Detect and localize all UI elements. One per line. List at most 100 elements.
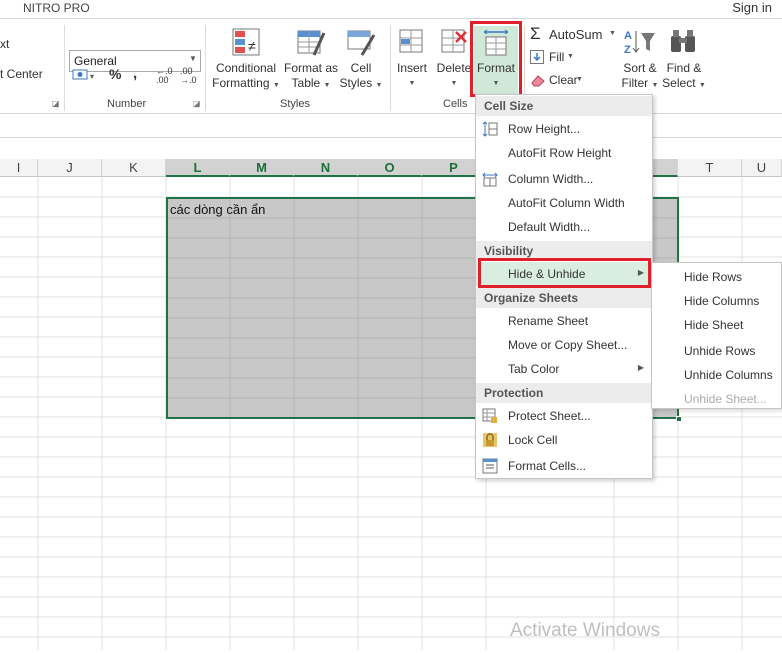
section-protection: Protection — [476, 383, 652, 403]
column-header-n[interactable]: N — [294, 159, 358, 177]
column-header-j[interactable]: J — [38, 159, 102, 177]
chevron-down-icon: ▼ — [651, 82, 659, 89]
styles-group-label: Styles — [280, 98, 310, 110]
chevron-down-icon: ▼ — [408, 80, 416, 87]
submenu-item-hide-columns[interactable]: Hide Columns — [652, 289, 782, 313]
number-group-label: Number — [107, 98, 147, 110]
format-button-highlight — [470, 21, 522, 97]
sort-filter-button[interactable]: Sort & Filter ▼ — [618, 61, 662, 93]
section-cell-size: Cell Size — [476, 96, 652, 116]
find-select-button[interactable]: Find & Select ▼ — [662, 61, 706, 93]
cell-styles-button[interactable]: Cell Styles ▼ — [338, 61, 384, 93]
column-header-t[interactable]: T — [678, 159, 742, 177]
hide-unhide-highlight — [478, 258, 651, 288]
chevron-down-icon: ▼ — [272, 82, 280, 89]
submenu-item-hide-rows[interactable]: Hide Rows — [652, 265, 782, 289]
divider — [64, 25, 65, 111]
sort-filter-label-2: Filter — [621, 76, 649, 90]
conditional-formatting-label-2: Formatting — [212, 76, 270, 90]
insert-button[interactable]: Insert ▼ — [393, 61, 431, 91]
chevron-down-icon: ▼ — [375, 82, 383, 89]
sigma-icon: Σ — [530, 24, 541, 43]
menu-item-move-copy-sheet[interactable]: Move or Copy Sheet... — [476, 333, 652, 357]
menu-item-autofit-row-height[interactable]: AutoFit Row Height — [476, 141, 652, 165]
row-height-icon — [482, 121, 498, 137]
fill-handle[interactable] — [676, 416, 682, 422]
svg-text:≠: ≠ — [248, 38, 256, 54]
divider — [205, 25, 206, 111]
insert-label: Insert — [396, 61, 427, 75]
menu-item-column-width[interactable]: Column Width... — [476, 167, 652, 191]
column-width-icon — [482, 172, 498, 187]
format-as-table-label-1: Format as — [283, 61, 338, 75]
divider — [390, 25, 391, 111]
fill-label: Fill — [549, 50, 565, 64]
comma-style-button[interactable]: , — [133, 65, 137, 82]
column-header-i[interactable]: I — [0, 159, 38, 177]
row-height-label: Row Height... — [508, 122, 581, 136]
column-header-m[interactable]: M — [230, 159, 294, 177]
find-select-label-1: Find & — [666, 61, 702, 75]
number-dialog-launcher-icon[interactable]: ◪ — [193, 99, 201, 108]
menu-item-rename-sheet[interactable]: Rename Sheet — [476, 309, 652, 333]
tab-nitro-pro[interactable]: NITRO PRO — [23, 1, 90, 15]
formula-bar[interactable] — [0, 114, 782, 138]
increase-decimal-button[interactable]: ←.0 .00 — [156, 67, 176, 85]
column-header-u[interactable]: U — [742, 159, 782, 177]
clear-button[interactable]: Clear ▼ — [530, 72, 590, 90]
conditional-formatting-icon: ≠ — [231, 27, 261, 60]
menu-item-row-height[interactable]: Row Height... — [476, 117, 652, 141]
fill-button[interactable]: Fill ▼ — [530, 49, 590, 67]
title-bar: NITRO PRO Sign in — [0, 0, 782, 18]
column-header-o[interactable]: O — [358, 159, 422, 177]
delete-button[interactable]: Delete ▼ — [434, 61, 474, 91]
insert-cells-icon — [398, 28, 426, 59]
percent-button[interactable]: % — [109, 66, 121, 82]
cell-l-text[interactable]: các dòng cần ẩn — [170, 202, 265, 217]
hide-unhide-submenu: Hide Rows Hide Columns Hide Sheet Unhide… — [651, 262, 782, 409]
chevron-down-icon: ▼ — [609, 30, 616, 37]
menu-item-tab-color[interactable]: Tab Color ▶ — [476, 357, 652, 381]
move-copy-sheet-label: Move or Copy Sheet... — [508, 338, 628, 352]
decrease-decimal-button[interactable]: .00 →.0 — [180, 67, 200, 85]
conditional-formatting-label-1: Conditional — [215, 61, 277, 75]
cells-group-label: Cells — [443, 98, 468, 110]
conditional-formatting-button[interactable]: Conditional Formatting ▼ — [212, 61, 280, 93]
autosum-button[interactable]: Σ AutoSum ▼ — [530, 24, 618, 44]
merge-center-button[interactable]: t Center — [0, 67, 43, 82]
alignment-dialog-launcher-icon[interactable]: ◪ — [52, 99, 60, 108]
format-as-table-label-2: Table — [291, 76, 321, 90]
column-header-l[interactable]: L — [166, 159, 230, 177]
currency-button[interactable]: ▾ — [72, 67, 100, 83]
submenu-item-unhide-columns[interactable]: Unhide Columns — [652, 363, 782, 387]
tab-color-label: Tab Color — [508, 362, 560, 376]
protect-sheet-icon — [482, 408, 497, 423]
submenu-item-unhide-sheet: Unhide Sheet... — [684, 392, 767, 406]
rename-sheet-label: Rename Sheet — [508, 314, 589, 328]
format-as-table-button[interactable]: Format as Table ▼ — [282, 61, 340, 93]
delete-label: Delete — [436, 61, 472, 75]
menu-item-protect-sheet[interactable]: Protect Sheet... — [476, 404, 652, 428]
autosum-label: AutoSum — [549, 27, 603, 42]
chevron-down-icon: ▼ — [576, 76, 583, 83]
autofit-column-width-label: AutoFit Column Width — [508, 196, 625, 210]
cell-styles-label-2: Styles — [339, 76, 373, 90]
lock-cell-label: Lock Cell — [508, 433, 558, 447]
wrap-text-button[interactable]: xt — [0, 37, 9, 52]
submenu-item-hide-sheet[interactable]: Hide Sheet — [652, 313, 782, 337]
chevron-down-icon[interactable]: ▼ — [189, 54, 197, 63]
menu-item-format-cells[interactable]: Format Cells... — [476, 454, 652, 478]
menu-item-autofit-column-width[interactable]: AutoFit Column Width — [476, 191, 652, 215]
protect-sheet-label: Protect Sheet... — [508, 409, 591, 423]
chevron-down-icon: ▼ — [698, 82, 706, 89]
cell-styles-icon — [346, 27, 376, 60]
currency-icon: ▾ — [72, 69, 94, 81]
delete-cells-icon — [440, 28, 468, 59]
submenu-item-unhide-rows[interactable]: Unhide Rows — [652, 339, 782, 363]
column-header-k[interactable]: K — [102, 159, 166, 177]
eraser-icon — [531, 75, 545, 87]
sign-in-link[interactable]: Sign in — [732, 0, 772, 15]
menu-item-default-width[interactable]: Default Width... — [476, 215, 652, 239]
format-cells-label: Format Cells... — [508, 459, 587, 473]
menu-item-lock-cell[interactable]: Lock Cell — [476, 428, 652, 452]
